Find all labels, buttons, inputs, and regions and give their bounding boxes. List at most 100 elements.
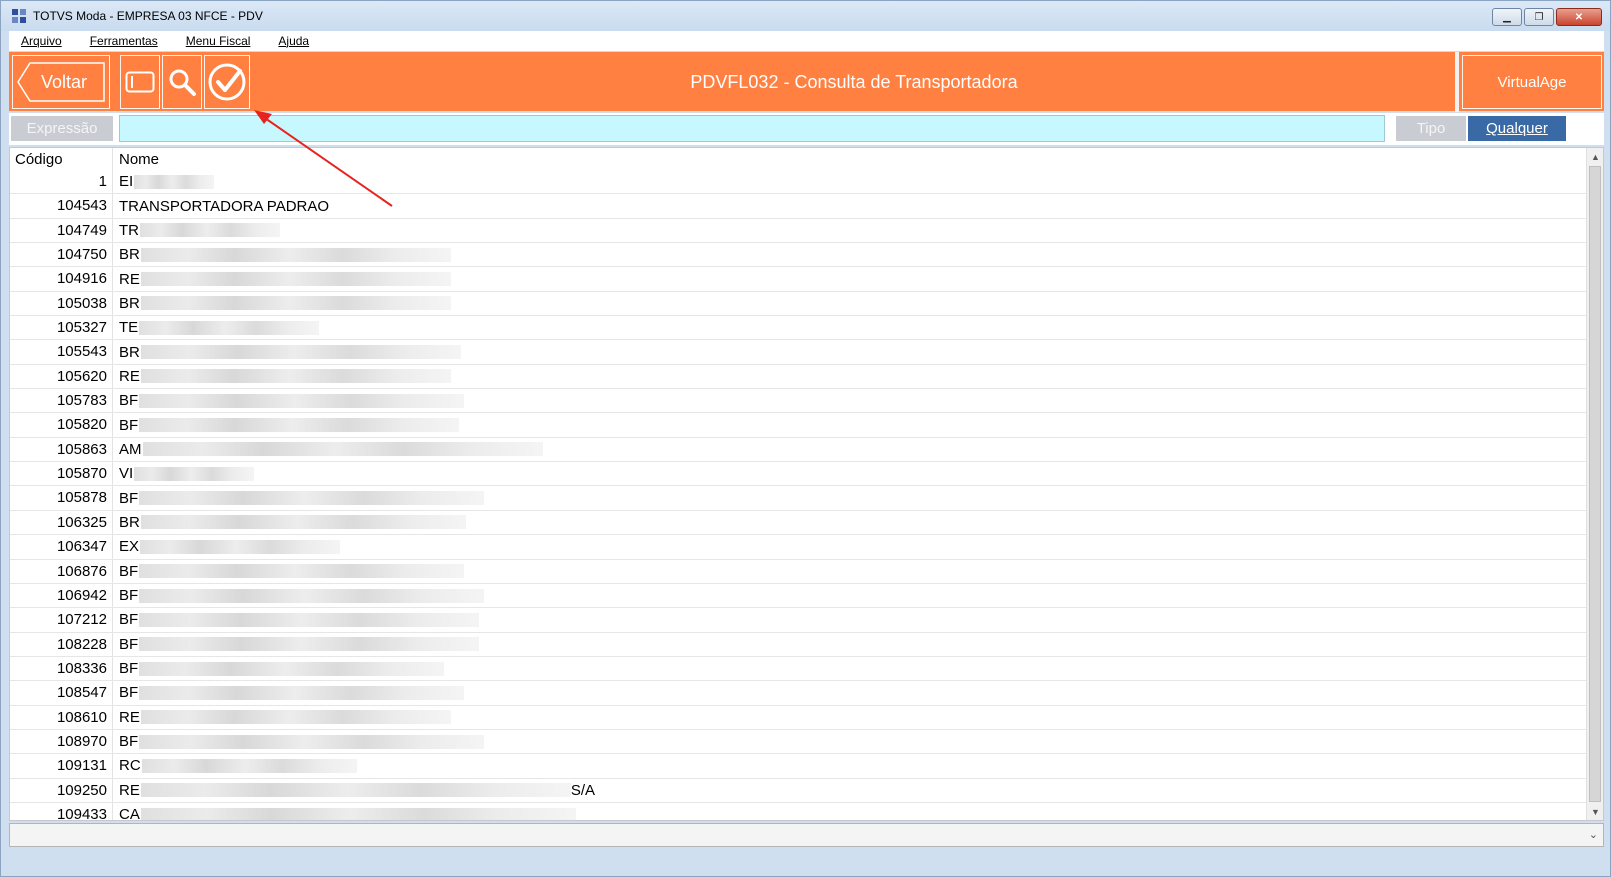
scroll-down-icon[interactable]: ▼ — [1587, 803, 1603, 820]
vertical-scrollbar[interactable]: ▲ ▼ — [1586, 148, 1603, 820]
name-text: BR — [119, 246, 140, 264]
redacted-text — [139, 661, 445, 676]
cell-name: RC — [113, 754, 357, 777]
column-header-code[interactable]: Código — [10, 148, 113, 170]
table-row[interactable]: 108610 RE — [10, 705, 1588, 730]
table-row[interactable]: 105863 AM — [10, 437, 1588, 463]
minimize-button[interactable]: ▁ — [1492, 8, 1522, 26]
table-row[interactable]: 1 EI — [10, 170, 1588, 195]
cell-name: TE — [113, 316, 320, 339]
name-text: BR — [119, 343, 140, 361]
table-row[interactable]: 105543 BR — [10, 340, 1588, 365]
window-controls: ▁ ❐ ✕ — [1492, 8, 1602, 26]
restore-button[interactable]: ❐ — [1524, 8, 1554, 26]
cell-code: 105878 — [10, 486, 113, 510]
cell-code: 105820 — [10, 413, 113, 437]
search-icon — [169, 69, 196, 96]
cell-name: BR — [113, 511, 466, 534]
name-text: BF — [119, 416, 139, 434]
table-row[interactable]: 104916 RE — [10, 267, 1588, 292]
name-text: BF — [119, 684, 139, 702]
menu-arquivo[interactable]: Arquivo — [21, 34, 62, 48]
table-row[interactable]: 106942 BF — [10, 583, 1588, 609]
table-row[interactable]: 105870 VI — [10, 462, 1588, 487]
table-row[interactable]: 104749 TR — [10, 218, 1588, 244]
search-button[interactable] — [162, 55, 202, 109]
table-row[interactable]: 106325 BR — [10, 510, 1588, 536]
table-row[interactable]: 108336 BF — [10, 656, 1588, 682]
brand-button[interactable]: VirtualAge — [1462, 55, 1602, 109]
scroll-up-icon[interactable]: ▲ — [1587, 148, 1603, 165]
table-row[interactable]: 105820 BF — [10, 413, 1588, 438]
column-header-name[interactable]: Nome — [113, 148, 159, 170]
table-row[interactable]: 108547 BF — [10, 681, 1588, 706]
cell-name: BF — [113, 730, 485, 753]
confirm-button[interactable] — [204, 55, 250, 109]
redacted-text — [140, 539, 341, 554]
cell-name: BF — [113, 486, 485, 509]
table-row[interactable]: 104543 TRANSPORTADORA PADRAO — [10, 194, 1588, 219]
table-row[interactable]: 108970 BF — [10, 729, 1588, 755]
cell-name: RE — [113, 706, 451, 729]
menu-fiscal[interactable]: Menu Fiscal — [186, 34, 251, 48]
cell-name: TRANSPORTADORA PADRAO — [113, 194, 329, 217]
cell-name: BF — [113, 633, 480, 656]
carrier-grid[interactable]: Código Nome 1 EI 104543 TRANSPORTADORA PADR… — [9, 147, 1604, 821]
name-text: TRANSPORTADORA PADRAO — [119, 197, 330, 215]
back-button[interactable]: Voltar — [12, 55, 110, 109]
redacted-text — [140, 710, 451, 725]
title-bar[interactable]: TOTVS Moda - EMPRESA 03 NFCE - PDV ▁ ❐ ✕ — [1, 1, 1610, 31]
table-row[interactable]: 105878 BF — [10, 486, 1588, 511]
card-button[interactable] — [120, 55, 160, 109]
table-row[interactable]: 106347 EX — [10, 535, 1588, 560]
minimize-icon: ▁ — [1503, 11, 1511, 23]
table-row[interactable]: 109131 RC — [10, 754, 1588, 779]
cell-code: 108970 — [10, 729, 113, 754]
menu-ajuda[interactable]: Ajuda — [278, 34, 309, 48]
cell-code: 104916 — [10, 267, 113, 291]
restore-icon: ❐ — [1534, 11, 1544, 23]
table-row[interactable]: 107212 BF — [10, 608, 1588, 633]
redacted-text — [139, 612, 480, 627]
name-text: RE — [119, 270, 140, 288]
chevron-down-icon[interactable]: ⌄ — [1589, 828, 1598, 841]
name-text: BR — [119, 513, 140, 531]
cell-code: 106347 — [10, 535, 113, 559]
cell-name: RE — [113, 365, 451, 388]
expression-input[interactable] — [119, 115, 1385, 142]
redacted-text — [141, 758, 357, 773]
table-row[interactable]: 109250 RE S/A — [10, 778, 1588, 803]
scroll-thumb[interactable] — [1589, 166, 1601, 802]
table-row[interactable]: 105327 TE — [10, 316, 1588, 341]
cell-code: 105783 — [10, 389, 113, 413]
cell-code: 105863 — [10, 437, 113, 462]
cell-name: BF — [113, 657, 445, 680]
cell-name: BR — [113, 243, 451, 266]
name-text: BF — [119, 611, 139, 629]
cell-name: BR — [113, 292, 451, 315]
name-text: RE — [119, 367, 140, 385]
cell-code: 106876 — [10, 559, 113, 583]
type-selector[interactable]: Qualquer — [1468, 116, 1566, 141]
cell-code: 105327 — [10, 316, 113, 340]
table-row[interactable]: 105783 BF — [10, 389, 1588, 414]
name-text: RC — [119, 757, 141, 775]
checkmark-icon — [208, 63, 246, 101]
name-text: VI — [119, 465, 134, 483]
table-row[interactable]: 109433 CA — [10, 802, 1588, 820]
menu-ferramentas[interactable]: Ferramentas — [90, 34, 158, 48]
table-row[interactable]: 105620 RE — [10, 364, 1588, 390]
close-button[interactable]: ✕ — [1556, 8, 1602, 26]
grid-rows: 1 EI 104543 TRANSPORTADORA PADRAO 104749 TR 10… — [10, 170, 1588, 820]
table-row[interactable]: 105038 BR — [10, 291, 1588, 317]
close-icon: ✕ — [1574, 11, 1584, 23]
name-text: RE — [119, 708, 140, 726]
toolbar: Voltar PDVFL032 - Consulta de Transporta… — [9, 51, 1604, 112]
table-row[interactable]: 106876 BF — [10, 559, 1588, 584]
cell-code: 104749 — [10, 218, 113, 243]
name-text: TR — [119, 221, 139, 239]
table-row[interactable]: 108228 BF — [10, 632, 1588, 657]
redacted-text — [134, 466, 255, 481]
table-row[interactable]: 104750 BR — [10, 243, 1588, 268]
redacted-text — [140, 783, 571, 798]
